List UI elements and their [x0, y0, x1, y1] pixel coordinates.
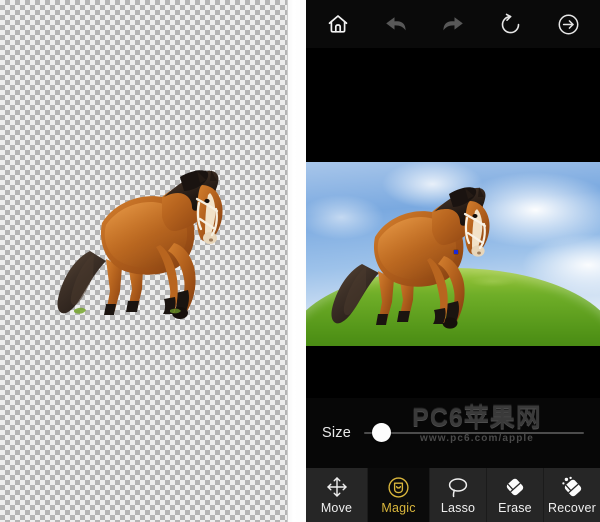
tool-lasso[interactable]: Lasso	[430, 468, 487, 522]
photo-canvas[interactable]	[306, 48, 600, 398]
reset-icon	[498, 12, 523, 37]
arrow-right-circle-icon	[556, 12, 581, 37]
cutout-horse-image	[57, 170, 223, 319]
next-button[interactable]	[548, 4, 588, 44]
tool-move[interactable]: Move	[306, 468, 368, 522]
tool-magic[interactable]: Magic	[368, 468, 430, 522]
tool-lasso-label: Lasso	[440, 501, 476, 515]
panel-divider	[287, 0, 306, 522]
tool-recover-label: Recover	[548, 501, 596, 515]
undo-button[interactable]	[376, 4, 416, 44]
top-toolbar	[306, 0, 600, 48]
reset-button[interactable]	[491, 4, 531, 44]
tool-bar: Move Magic Lasso Erase Recover	[306, 468, 600, 522]
source-photo[interactable]	[306, 162, 600, 346]
erase-icon	[503, 475, 527, 499]
size-slider-knob[interactable]	[372, 423, 391, 442]
selection-point-marker	[454, 250, 458, 254]
size-label: Size	[322, 425, 352, 441]
home-icon	[326, 12, 350, 36]
redo-button[interactable]	[433, 4, 473, 44]
lasso-icon	[446, 475, 470, 499]
tool-move-label: Move	[320, 501, 353, 515]
horse-subject	[331, 187, 490, 329]
redo-icon	[440, 12, 466, 36]
magic-icon	[387, 475, 410, 499]
size-slider[interactable]	[364, 416, 584, 450]
home-button[interactable]	[318, 4, 358, 44]
size-slider-track[interactable]	[364, 432, 584, 434]
tool-magic-label: Magic	[381, 501, 416, 515]
size-control-row: Size	[306, 398, 600, 468]
tool-erase-label: Erase	[498, 501, 532, 515]
tool-recover[interactable]: Recover	[544, 468, 600, 522]
recover-icon	[560, 475, 585, 499]
app-window: Size PC6苹果网 www.pc6.com/apple Move Magic…	[0, 0, 600, 522]
move-icon	[326, 475, 348, 499]
app-screen: Size PC6苹果网 www.pc6.com/apple Move Magic…	[306, 0, 600, 522]
tool-erase[interactable]: Erase	[487, 468, 544, 522]
transparency-preview-panel	[0, 0, 287, 522]
undo-icon	[383, 12, 409, 36]
